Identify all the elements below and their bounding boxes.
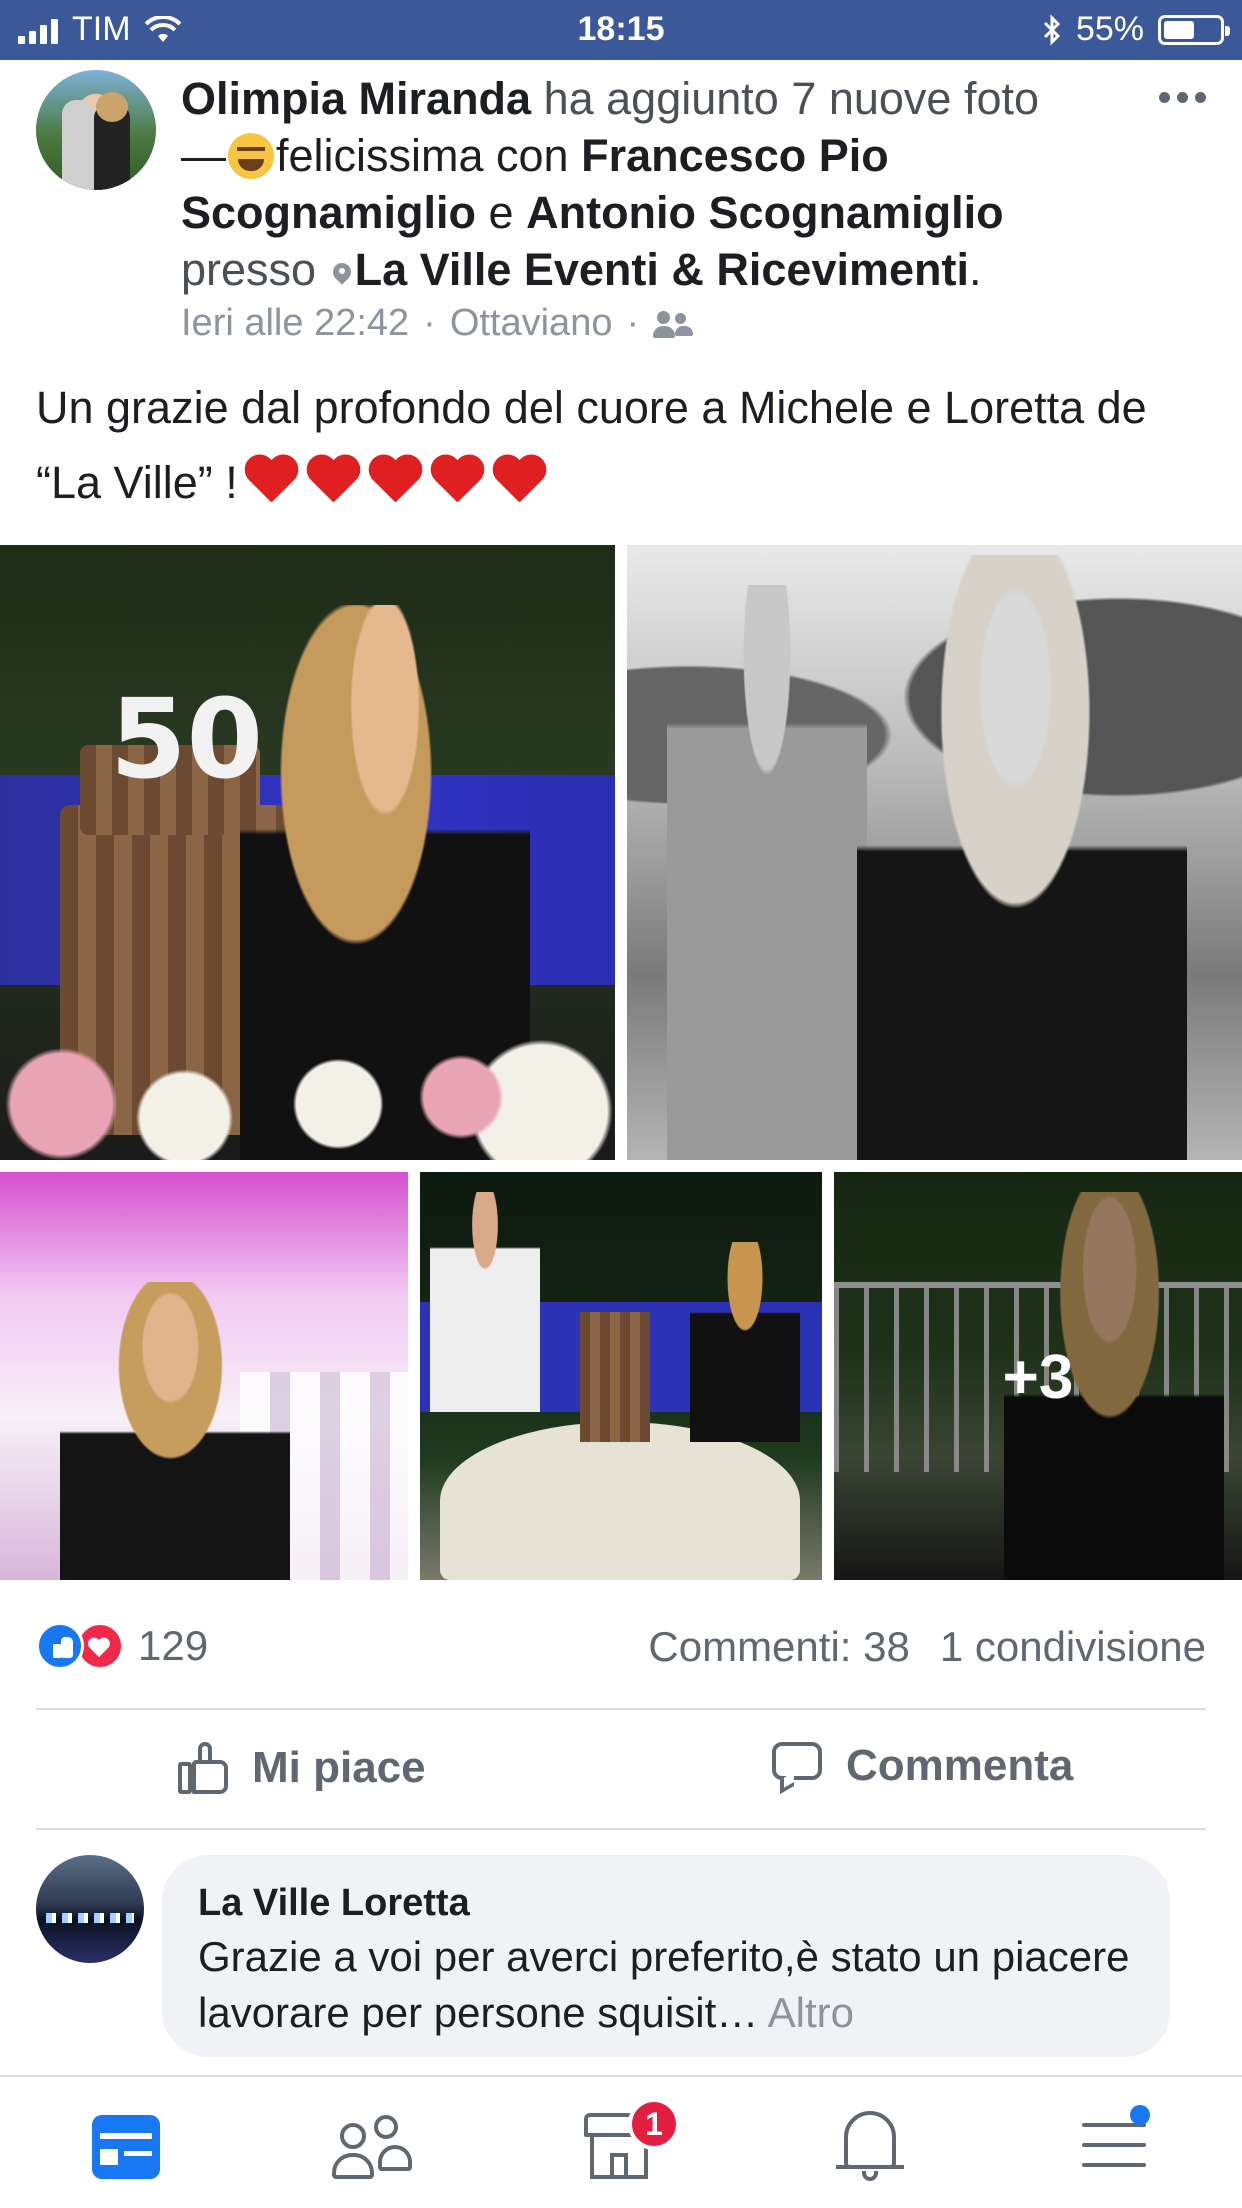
reaction-count: 129 — [138, 1622, 209, 1669]
meta-separator: · — [423, 302, 436, 344]
reactions-summary[interactable]: 129 — [36, 1622, 208, 1670]
more-photos-count: +3 — [1002, 1343, 1074, 1412]
marketplace-notification-badge: 1 — [628, 2098, 680, 2150]
divider — [36, 1828, 1206, 1830]
red-heart-emoji-icon — [304, 456, 362, 508]
like-label: Mi piace — [252, 1743, 426, 1792]
like-reaction-icon — [36, 1622, 84, 1670]
friends-audience-icon — [653, 309, 694, 339]
post-location: Ottaviano — [449, 302, 613, 344]
author-avatar[interactable] — [36, 70, 156, 190]
post-meta: Ieri alle 22:42 · Ottaviano · — [181, 302, 694, 345]
status-bar: TIM 18:15 55% — [0, 0, 1242, 60]
dash: — — [181, 130, 226, 181]
red-heart-emoji-icon — [428, 456, 486, 508]
comment-more-link[interactable]: Altro — [768, 1989, 854, 2036]
notifications-bell-icon[interactable] — [830, 2105, 910, 2185]
author-name[interactable]: Olimpia Miranda — [181, 73, 531, 124]
post-header-text: Olimpia Miranda ha aggiunto 7 nuove foto… — [181, 70, 1121, 298]
red-heart-emoji-icon — [242, 456, 300, 508]
red-heart-emoji-icon — [366, 456, 424, 508]
bottom-tab-bar — [0, 2075, 1242, 2208]
comment-button[interactable]: Commenta — [770, 1740, 1074, 1795]
battery-percent: 55% — [1075, 10, 1144, 48]
conjunction: e — [488, 187, 514, 238]
photo-5-more[interactable]: +3 — [834, 1172, 1242, 1580]
photo-3[interactable] — [0, 1172, 408, 1580]
bluetooth-icon — [1043, 13, 1061, 46]
post-message-text: Un grazie dal profondo del cuore a Miche… — [36, 382, 1147, 508]
hearts-row — [238, 457, 548, 508]
post-time[interactable]: Ieri alle 22:42 — [181, 302, 409, 345]
laughing-emoji-icon — [228, 133, 274, 179]
comment-label: Commenta — [846, 1741, 1074, 1790]
red-heart-emoji-icon — [490, 456, 548, 508]
location-pin-icon — [333, 263, 351, 287]
thumbs-up-icon — [176, 1740, 232, 1796]
feeling-text: felicissima con — [276, 130, 569, 181]
commenter-avatar[interactable] — [36, 1855, 144, 1963]
battery-icon — [1158, 14, 1230, 45]
divider — [36, 1708, 1206, 1710]
place-link[interactable]: La Ville Eventi & Ricevimenti — [355, 244, 969, 295]
comment-text: Grazie a voi per averci preferito,è stat… — [198, 1929, 1134, 2041]
post-message: Un grazie dal profondo del cuore a Miche… — [36, 370, 1216, 520]
comment-bubble[interactable]: La Ville Loretta Grazie a voi per averci… — [162, 1855, 1170, 2057]
action-text: ha aggiunto 7 nuove foto — [543, 73, 1040, 124]
comments-count[interactable]: Commenti: 38 — [648, 1622, 909, 1672]
comment-bubble-icon — [770, 1740, 826, 1795]
menu-hamburger-icon[interactable] — [1076, 2105, 1156, 2185]
news-feed-tab-icon[interactable] — [84, 2105, 164, 2185]
photo-1[interactable]: 50 — [0, 545, 615, 1160]
photo-2[interactable] — [627, 545, 1242, 1160]
photo-4[interactable] — [420, 1172, 822, 1580]
meta-separator: · — [626, 302, 640, 344]
friends-tab-icon[interactable] — [332, 2105, 412, 2185]
shares-count[interactable]: 1 condivisione — [940, 1622, 1206, 1672]
comment-body: Grazie a voi per averci preferito,è stat… — [198, 1933, 1130, 2036]
like-button[interactable]: Mi piace — [176, 1740, 426, 1796]
tagged-person-2[interactable]: Antonio Scognamiglio — [526, 187, 1003, 238]
at-text: presso — [181, 244, 317, 295]
post-stats: Commenti: 38 1 condivisione — [648, 1622, 1206, 1672]
commenter-name[interactable]: La Ville Loretta — [198, 1877, 1134, 1929]
period: . — [969, 244, 982, 295]
more-options-icon[interactable] — [1159, 92, 1206, 103]
